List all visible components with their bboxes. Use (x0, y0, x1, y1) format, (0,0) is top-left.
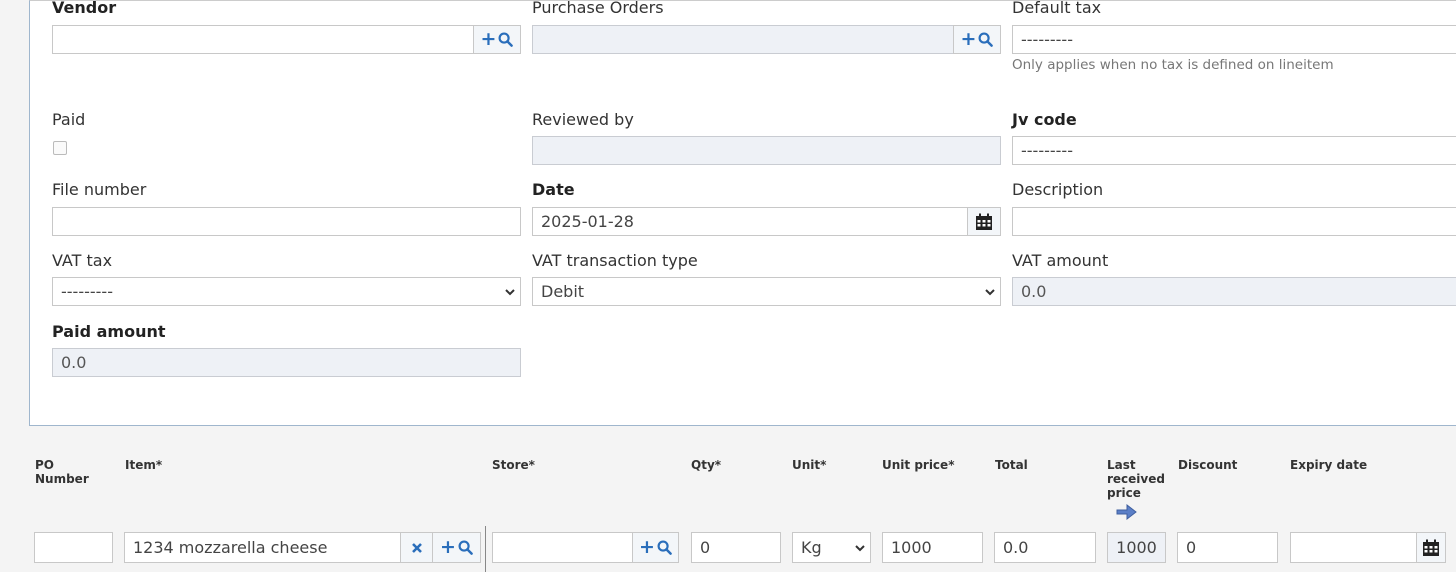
vendor-add-search-button[interactable]: + (473, 25, 521, 54)
vat-tax-value: --------- (61, 282, 113, 301)
po-number-input[interactable] (34, 532, 113, 563)
default-tax-help-text: Only applies when no tax is defined on l… (1012, 57, 1334, 73)
default-tax-label: Default tax (1012, 0, 1102, 17)
plus-icon: + (639, 536, 655, 558)
vat-transaction-type-value: Debit (541, 282, 585, 301)
column-header-qty: Qty* (691, 458, 722, 472)
column-header-store: Store* (492, 458, 535, 472)
discount-input[interactable]: 0 (1177, 532, 1278, 563)
column-header-po-number: PO Number (35, 458, 89, 486)
chevron-down-icon (855, 545, 865, 552)
chevron-down-icon (985, 289, 995, 296)
calendar-icon (1423, 539, 1439, 556)
chevron-down-icon (505, 289, 515, 296)
purchase-orders-label: Purchase Orders (532, 0, 664, 17)
plus-icon: + (480, 28, 497, 50)
vendor-label: Vendor (52, 0, 117, 17)
reviewed-by-label: Reviewed by (532, 110, 634, 129)
purchase-orders-add-search-button[interactable]: + (953, 25, 1001, 54)
description-label: Description (1012, 180, 1104, 199)
paid-amount-input[interactable]: 0.0 (52, 348, 521, 377)
vat-tax-select[interactable]: --------- (52, 277, 521, 306)
plus-icon: + (440, 536, 456, 558)
unit-price-input[interactable]: 1000 (882, 532, 983, 563)
vat-amount-input[interactable]: 0.0 (1012, 277, 1456, 306)
qty-input[interactable]: 0 (691, 532, 781, 563)
expiry-date-input[interactable] (1290, 532, 1417, 563)
search-icon (458, 540, 473, 555)
store-input[interactable] (492, 532, 633, 563)
item-input[interactable]: 1234 mozzarella cheese (124, 532, 401, 563)
description-input[interactable] (1012, 207, 1456, 236)
column-header-expiry-date: Expiry date (1290, 458, 1368, 472)
column-divider (485, 526, 486, 572)
item-clear-button[interactable] (400, 532, 433, 563)
vat-amount-label: VAT amount (1012, 251, 1109, 270)
purchase-orders-input[interactable] (532, 25, 954, 54)
column-header-total: Total (995, 458, 1028, 472)
vat-transaction-type-select[interactable]: Debit (532, 277, 1001, 306)
search-icon (978, 32, 994, 47)
column-header-item: Item* (125, 458, 163, 472)
unit-value: Kg (801, 538, 822, 557)
date-calendar-button[interactable] (967, 207, 1001, 236)
date-input[interactable]: 2025-01-28 (532, 207, 968, 236)
file-number-label: File number (52, 180, 147, 199)
expiry-date-calendar-button[interactable] (1416, 532, 1446, 563)
vat-tax-label: VAT tax (52, 251, 113, 270)
paid-amount-label: Paid amount (52, 322, 166, 341)
column-header-unit: Unit* (792, 458, 827, 472)
date-label: Date (532, 180, 575, 199)
plus-icon: + (960, 28, 977, 50)
close-icon (411, 542, 422, 553)
vendor-input[interactable] (52, 25, 474, 54)
store-add-search-button[interactable]: + (632, 532, 679, 563)
column-header-last-received-price: Last received price (1107, 458, 1165, 500)
reviewed-by-input[interactable] (532, 136, 1001, 165)
unit-select[interactable]: Kg (792, 532, 871, 563)
item-add-search-button[interactable]: + (432, 532, 481, 563)
paid-checkbox[interactable] (53, 141, 67, 155)
search-icon (657, 540, 672, 555)
default-tax-select[interactable]: --------- (1012, 25, 1456, 54)
column-header-discount: Discount (1178, 458, 1238, 472)
search-icon (498, 32, 514, 47)
arrow-right-icon[interactable] (1116, 503, 1138, 521)
last-received-price-value: 1000 (1107, 532, 1166, 563)
paid-label: Paid (52, 110, 86, 129)
jv-code-label: Jv code (1012, 110, 1077, 129)
total-input[interactable]: 0.0 (994, 532, 1096, 563)
jv-code-select[interactable]: --------- (1012, 136, 1456, 165)
file-number-input[interactable] (52, 207, 521, 236)
calendar-icon (976, 213, 992, 230)
column-header-unit-price: Unit price* (882, 458, 955, 472)
vat-transaction-type-label: VAT transaction type (532, 251, 698, 270)
